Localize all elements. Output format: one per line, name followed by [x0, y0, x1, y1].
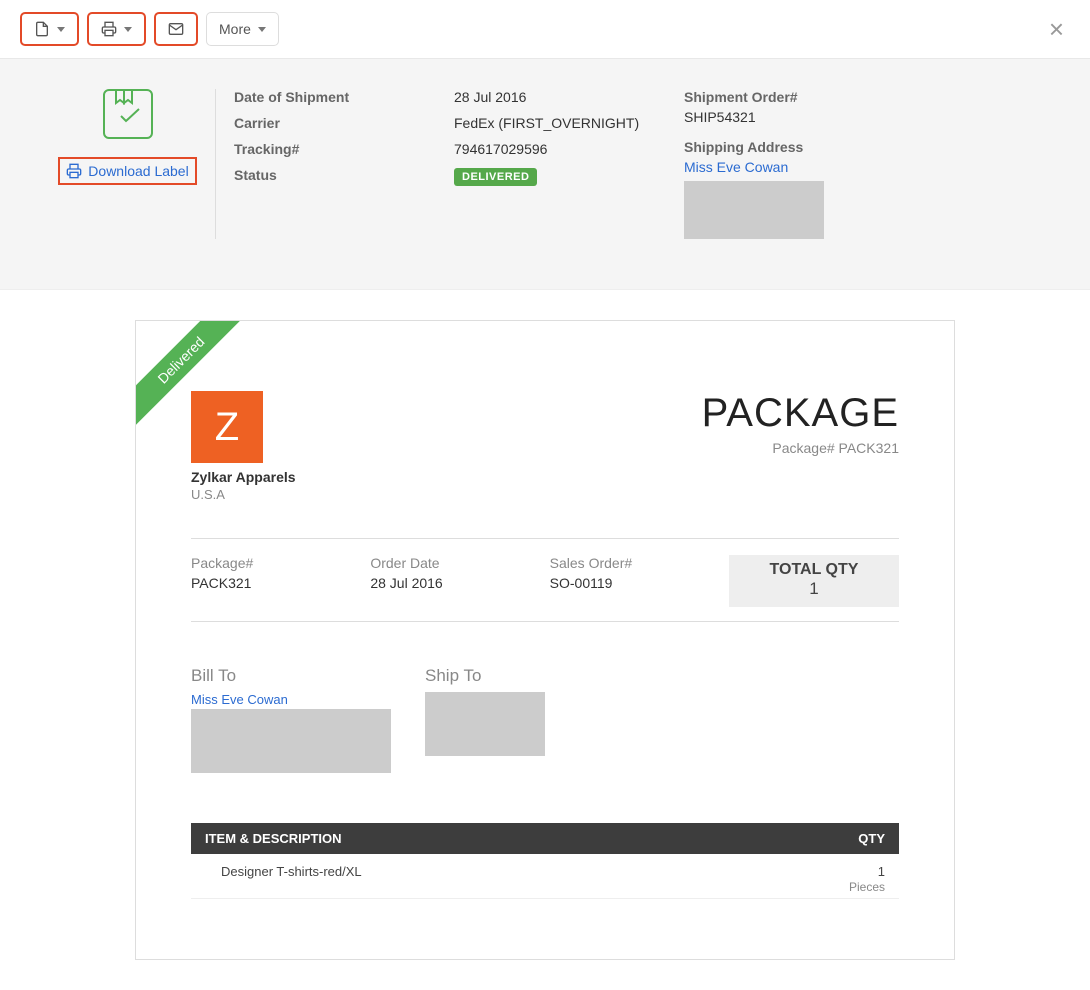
- value-tracking: 794617029596: [454, 141, 684, 157]
- shipto-placeholder: [425, 692, 545, 756]
- company-name: Zylkar Apparels: [191, 469, 296, 485]
- summary-left: Download Label: [40, 89, 215, 185]
- billto-name[interactable]: Miss Eve Cowan: [191, 692, 391, 707]
- item-qty: 1: [878, 864, 885, 879]
- doc-package-number: Package# PACK321: [702, 440, 899, 456]
- table-row: Designer T-shirts-red/XL 1 Pieces: [191, 854, 899, 899]
- pdf-button[interactable]: [20, 12, 79, 46]
- shipment-summary: Download Label Date of Shipment Carrier …: [0, 59, 1090, 290]
- label-carrier: Carrier: [234, 115, 454, 131]
- download-label-button[interactable]: Download Label: [58, 157, 196, 185]
- order-value: SHIP54321: [684, 109, 824, 125]
- more-label: More: [219, 21, 251, 37]
- orderdate-label: Order Date: [370, 555, 549, 571]
- caret-down-icon: [124, 27, 132, 32]
- toolbar: More ×: [0, 0, 1090, 59]
- label-date: Date of Shipment: [234, 89, 454, 105]
- shipment-delivered-icon: [103, 89, 153, 139]
- so-value: SO-00119: [550, 575, 729, 591]
- close-button[interactable]: ×: [1043, 16, 1070, 42]
- billto-column: Bill To Miss Eve Cowan: [191, 666, 391, 773]
- caret-down-icon: [258, 27, 266, 32]
- doc-info-row: Package# PACK321 Order Date 28 Jul 2016 …: [191, 555, 899, 607]
- billto-placeholder: [191, 709, 391, 773]
- caret-down-icon: [57, 27, 65, 32]
- more-button[interactable]: More: [206, 12, 279, 46]
- item-desc: Designer T-shirts-red/XL: [221, 864, 362, 894]
- print-button[interactable]: [87, 12, 146, 46]
- printer-icon: [101, 21, 117, 37]
- divider: [191, 621, 899, 622]
- mail-icon: [168, 21, 184, 37]
- pkg-label: Package#: [191, 555, 370, 571]
- order-label: Shipment Order#: [684, 89, 824, 105]
- package-document: Delivered Z Zylkar Apparels U.S.A PACKAG…: [135, 320, 955, 960]
- shipto-column: Ship To: [425, 666, 545, 773]
- company-location: U.S.A: [191, 487, 296, 502]
- shipaddr-placeholder: [684, 181, 824, 239]
- item-unit: Pieces: [849, 880, 885, 894]
- divider: [191, 538, 899, 539]
- download-label-text: Download Label: [88, 163, 188, 179]
- shipaddr-name-link[interactable]: Miss Eve Cowan: [684, 159, 788, 175]
- printer-icon: [66, 163, 82, 179]
- value-date: 28 Jul 2016: [454, 89, 684, 105]
- col-item: ITEM & DESCRIPTION: [205, 831, 342, 846]
- summary-info: Date of Shipment Carrier Tracking# Statu…: [215, 89, 1050, 239]
- shipto-label: Ship To: [425, 666, 545, 686]
- email-button[interactable]: [154, 12, 198, 46]
- shipaddr-label: Shipping Address: [684, 139, 824, 155]
- label-status: Status: [234, 167, 454, 183]
- document-area: Delivered Z Zylkar Apparels U.S.A PACKAG…: [0, 290, 1090, 990]
- doc-header: Z Zylkar Apparels U.S.A PACKAGE Package#…: [191, 391, 899, 502]
- orderdate-value: 28 Jul 2016: [370, 575, 549, 591]
- status-badge: DELIVERED: [454, 168, 537, 186]
- close-icon: ×: [1049, 14, 1064, 44]
- totalqty-value: 1: [729, 579, 899, 599]
- address-row: Bill To Miss Eve Cowan Ship To: [191, 666, 899, 773]
- doc-title: PACKAGE: [702, 391, 899, 436]
- label-tracking: Tracking#: [234, 141, 454, 157]
- so-label: Sales Order#: [550, 555, 729, 571]
- pkg-value: PACK321: [191, 575, 370, 591]
- value-carrier: FedEx (FIRST_OVERNIGHT): [454, 115, 684, 131]
- total-qty-box: TOTAL QTY 1: [729, 555, 899, 607]
- totalqty-label: TOTAL QTY: [729, 561, 899, 579]
- billto-label: Bill To: [191, 666, 391, 686]
- file-pdf-icon: [34, 21, 50, 37]
- company-logo: Z: [191, 391, 263, 463]
- col-qty: QTY: [858, 831, 885, 846]
- order-column: Shipment Order# SHIP54321 Shipping Addre…: [684, 89, 824, 239]
- items-header: ITEM & DESCRIPTION QTY: [191, 823, 899, 854]
